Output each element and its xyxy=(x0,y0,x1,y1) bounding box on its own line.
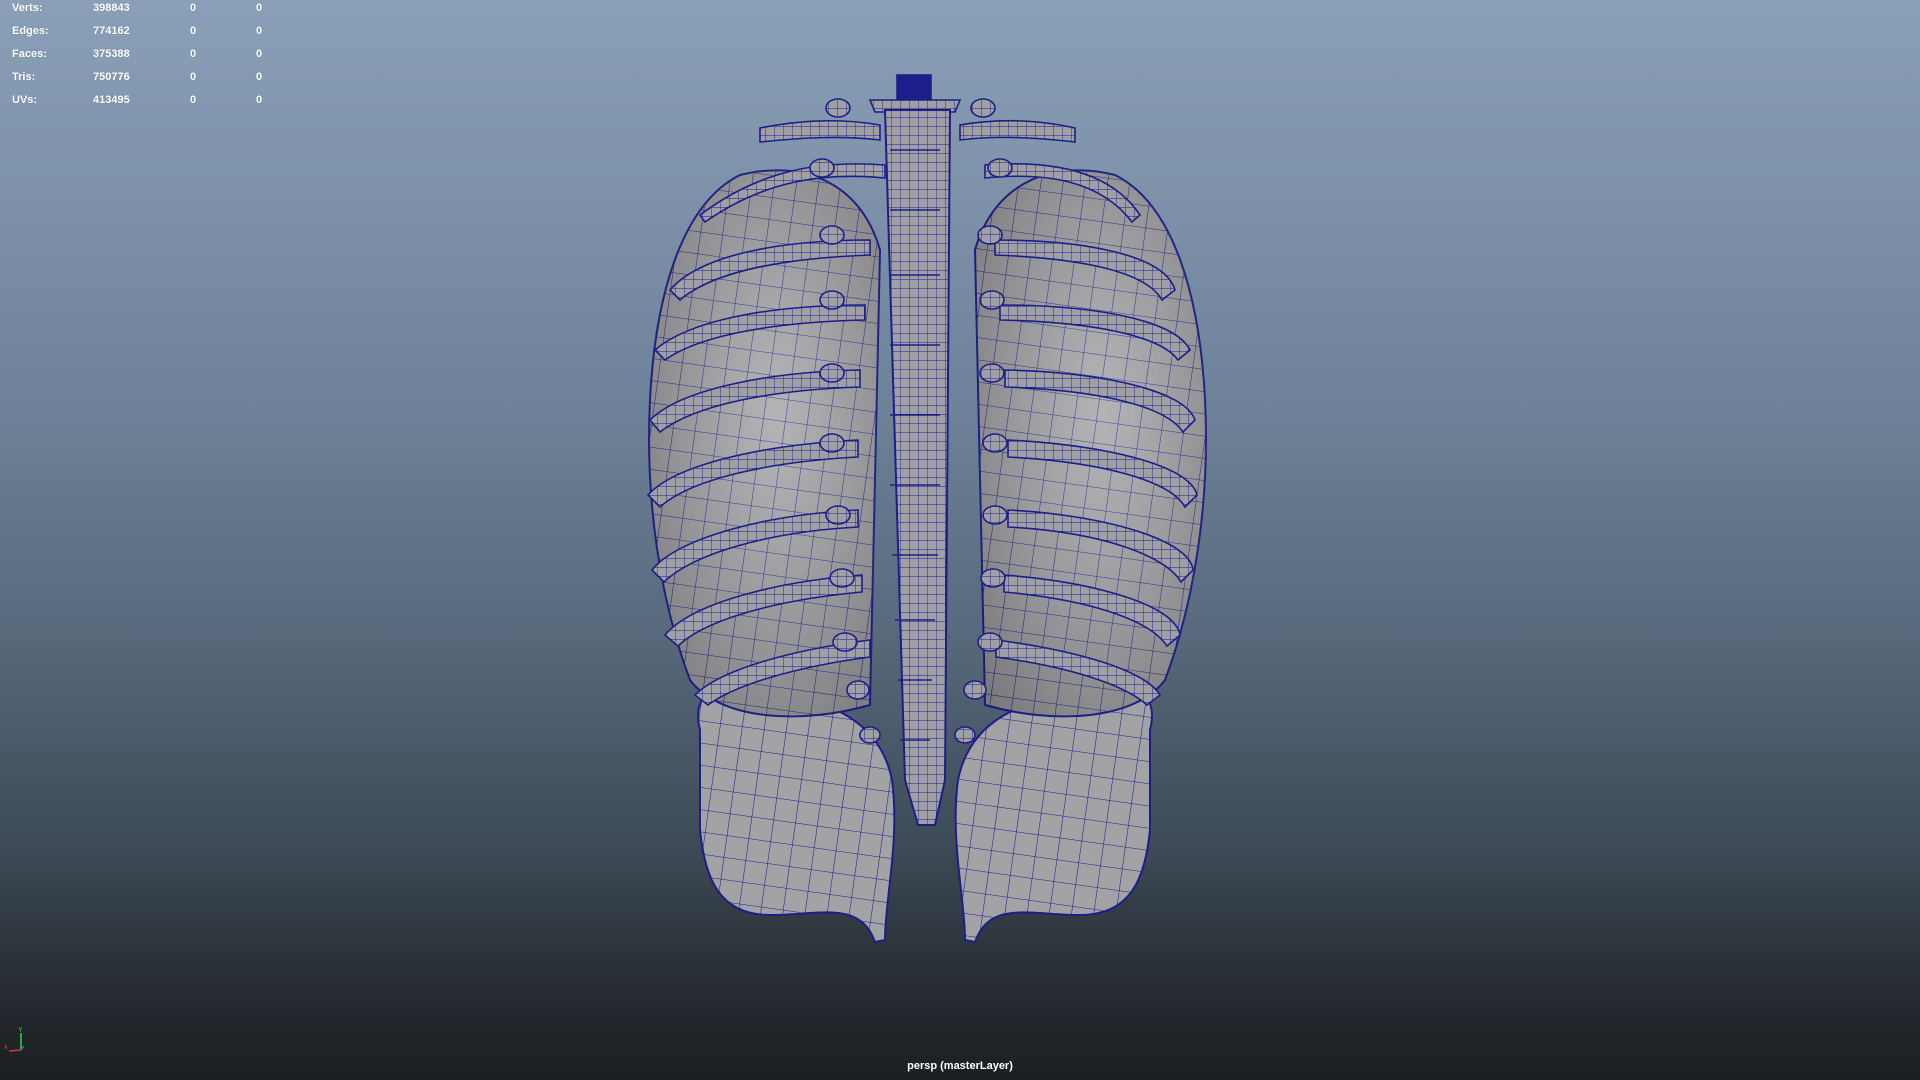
hud-total: 375388 xyxy=(93,48,130,60)
hud-total: 750776 xyxy=(93,71,130,83)
hud-selected-alt: 0 xyxy=(256,48,263,60)
hud-total: 413495 xyxy=(93,94,130,106)
hud-selected-alt: 0 xyxy=(256,71,263,83)
viewport-panel[interactable]: Verts: 398843 0 0 Edges: 774162 0 0 Face… xyxy=(0,0,1920,1080)
hud-selected-alt: 0 xyxy=(256,2,263,14)
hud-total: 774162 xyxy=(93,25,130,37)
axis-y-label: Y xyxy=(18,1027,23,1034)
hud-selected: 0 xyxy=(190,48,197,60)
hud-selected: 0 xyxy=(190,2,197,14)
hud-label: Tris: xyxy=(12,71,36,83)
hud-selected: 0 xyxy=(190,25,197,37)
hud-label: UVs: xyxy=(12,94,38,106)
camera-name-label: persp (masterLayer) xyxy=(907,1060,1013,1072)
hud-selected-alt: 0 xyxy=(256,25,263,37)
axis-x-label: x xyxy=(4,1044,8,1051)
hud-label: Verts: xyxy=(12,2,43,14)
hud-selected-alt: 0 xyxy=(256,94,263,106)
hud-selected: 0 xyxy=(190,71,197,83)
lower-left-lobe xyxy=(697,685,896,944)
axis-gizmo-icon: Y x xyxy=(4,1027,25,1052)
hud-label: Faces: xyxy=(12,48,47,60)
hud-label: Edges: xyxy=(12,25,49,37)
hud-selected: 0 xyxy=(190,94,197,106)
hud-total: 398843 xyxy=(93,2,130,14)
lower-right-lobe xyxy=(954,685,1153,944)
ribcage-model[interactable] xyxy=(0,0,1920,1080)
